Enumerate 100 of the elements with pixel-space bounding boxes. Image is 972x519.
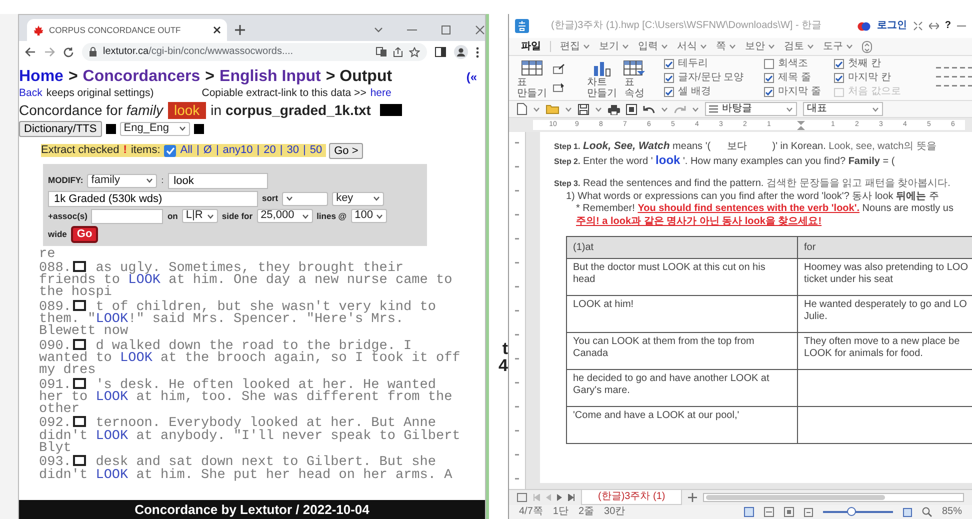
go-button[interactable]: Go bbox=[70, 226, 98, 243]
star-icon[interactable] bbox=[409, 46, 420, 58]
plus-icon[interactable] bbox=[688, 493, 698, 502]
checked-box[interactable] bbox=[664, 59, 674, 69]
last-page-icon[interactable] bbox=[568, 494, 575, 501]
preview-icon[interactable] bbox=[626, 104, 637, 114]
maximize-icon[interactable] bbox=[441, 25, 451, 35]
line-checkbox[interactable] bbox=[73, 378, 86, 389]
full-page-icon[interactable] bbox=[784, 507, 794, 517]
back-link[interactable]: Back bbox=[19, 87, 42, 100]
language-select[interactable]: Eng_Eng bbox=[120, 122, 190, 136]
menu-icon[interactable] bbox=[476, 46, 479, 58]
checked-box[interactable] bbox=[664, 87, 674, 97]
close-icon[interactable] bbox=[213, 26, 221, 34]
menu-item[interactable]: 보기 bbox=[599, 40, 629, 52]
profile-icon[interactable] bbox=[454, 45, 468, 59]
back-icon[interactable] bbox=[25, 47, 36, 57]
menu-item[interactable]: 도구 bbox=[823, 40, 853, 52]
unchecked-box[interactable] bbox=[764, 59, 774, 69]
menu-item[interactable]: 입력 bbox=[638, 40, 668, 52]
page-icon[interactable] bbox=[517, 493, 527, 502]
zoom-slider-thumb[interactable] bbox=[846, 507, 856, 516]
type-select[interactable]: family bbox=[87, 174, 158, 188]
style-select[interactable]: 바탕글 bbox=[705, 102, 797, 116]
chevron-down-icon[interactable] bbox=[374, 27, 383, 33]
word-field[interactable]: look bbox=[168, 172, 268, 189]
keyword-link[interactable]: LOOK bbox=[96, 312, 128, 328]
save-icon[interactable] bbox=[578, 104, 589, 114]
breadcrumb-link[interactable]: English Input bbox=[220, 67, 321, 86]
fit-width-icon[interactable] bbox=[764, 507, 774, 517]
new-file-icon[interactable] bbox=[517, 103, 527, 115]
undo-icon[interactable] bbox=[643, 104, 655, 114]
line-checkbox[interactable] bbox=[73, 338, 86, 350]
menu-item[interactable]: 보안 bbox=[745, 40, 775, 52]
login-link[interactable]: 로그인 bbox=[876, 20, 907, 32]
menu-item[interactable]: 쪽 bbox=[716, 40, 736, 52]
extract-option-link[interactable]: 30 bbox=[286, 144, 299, 158]
zoom-in-icon[interactable] bbox=[902, 508, 912, 516]
search-icon[interactable] bbox=[922, 507, 932, 517]
browser-tab[interactable]: CORPUS CONCORDANCE OUTF bbox=[27, 19, 227, 41]
here-link[interactable]: here bbox=[370, 87, 392, 100]
keyword-link[interactable]: LOOK bbox=[120, 350, 152, 366]
share-icon[interactable] bbox=[393, 47, 403, 57]
ribbon-toggle-icon[interactable] bbox=[862, 40, 872, 52]
line-checkbox[interactable] bbox=[73, 300, 86, 311]
checked-box[interactable] bbox=[764, 87, 774, 97]
document-tab[interactable]: (한글)3주차 (1) bbox=[581, 490, 682, 505]
horizontal-scrollbar[interactable] bbox=[703, 493, 964, 502]
expand-icon[interactable] bbox=[912, 21, 923, 31]
extract-option-link[interactable]: any10 bbox=[222, 144, 253, 158]
assoc-field[interactable] bbox=[91, 208, 164, 224]
zoom-out-icon[interactable] bbox=[804, 508, 813, 516]
ribbon-button[interactable]: 차트 만들기 bbox=[587, 58, 617, 98]
corpus-field[interactable]: 1k Graded (530k wds) bbox=[48, 190, 258, 207]
checked-box[interactable] bbox=[764, 73, 774, 83]
checked-box[interactable] bbox=[664, 73, 674, 83]
back-link[interactable]: (« bbox=[466, 70, 477, 84]
address-bar[interactable]: lextutor.ca/cgi-bin/conc/wwwassocwords.... bbox=[82, 43, 427, 61]
breadcrumb-link[interactable]: Home bbox=[19, 67, 64, 86]
go-button[interactable]: Go > bbox=[329, 142, 364, 159]
extract-option-link[interactable]: 50 bbox=[310, 144, 322, 158]
breadcrumb-link[interactable]: Concordancers bbox=[82, 67, 200, 86]
page-view-icon[interactable] bbox=[744, 507, 754, 517]
menu-item[interactable]: 서식 bbox=[677, 40, 707, 52]
cell-edit-icon[interactable] bbox=[553, 64, 565, 74]
line-checkbox[interactable] bbox=[73, 455, 86, 466]
translate-icon[interactable] bbox=[376, 47, 387, 57]
width-select[interactable]: 100 bbox=[350, 209, 387, 224]
checked-box[interactable] bbox=[834, 73, 844, 83]
minimize-icon[interactable] bbox=[407, 29, 417, 31]
move-icon[interactable] bbox=[928, 21, 939, 31]
extract-option-link[interactable]: All bbox=[180, 144, 193, 158]
keyword-link[interactable]: LOOK bbox=[96, 428, 128, 444]
side-select[interactable]: L|R bbox=[182, 209, 218, 224]
keyword-link[interactable]: LOOK bbox=[96, 468, 128, 483]
select-all-checkbox[interactable] bbox=[164, 144, 176, 157]
open-folder-icon[interactable] bbox=[546, 104, 559, 114]
checked-box[interactable] bbox=[834, 59, 844, 69]
line-checkbox[interactable] bbox=[73, 260, 86, 272]
minimize-icon[interactable] bbox=[957, 25, 966, 27]
extract-option-link[interactable]: 20 bbox=[264, 144, 276, 158]
ribbon-button[interactable]: 표 만들기 bbox=[517, 58, 547, 98]
next-icon[interactable] bbox=[557, 494, 562, 501]
menu-item[interactable]: 파일 bbox=[521, 40, 541, 52]
count-select[interactable]: 25,000 bbox=[256, 209, 313, 224]
key-select[interactable]: key bbox=[332, 192, 384, 206]
reload-icon[interactable] bbox=[63, 46, 74, 58]
line-checkbox[interactable] bbox=[73, 416, 86, 428]
font-select[interactable]: 대표 bbox=[803, 102, 883, 116]
menu-item[interactable]: 검토 bbox=[784, 40, 814, 52]
cell-insert-icon[interactable] bbox=[553, 82, 565, 92]
sidebar-icon[interactable] bbox=[435, 47, 446, 57]
print-icon[interactable] bbox=[608, 104, 620, 114]
help-button[interactable]: ? bbox=[944, 20, 951, 32]
keyword-link[interactable]: LOOK bbox=[96, 390, 128, 405]
extract-option-link[interactable]: Ø bbox=[203, 144, 212, 158]
keyword-link[interactable]: LOOK bbox=[128, 273, 161, 288]
menu-item[interactable]: 편집 bbox=[560, 40, 590, 52]
dictionary-button[interactable]: Dictionary/TTS bbox=[19, 120, 102, 137]
indent-marker-icon[interactable] bbox=[797, 120, 805, 130]
